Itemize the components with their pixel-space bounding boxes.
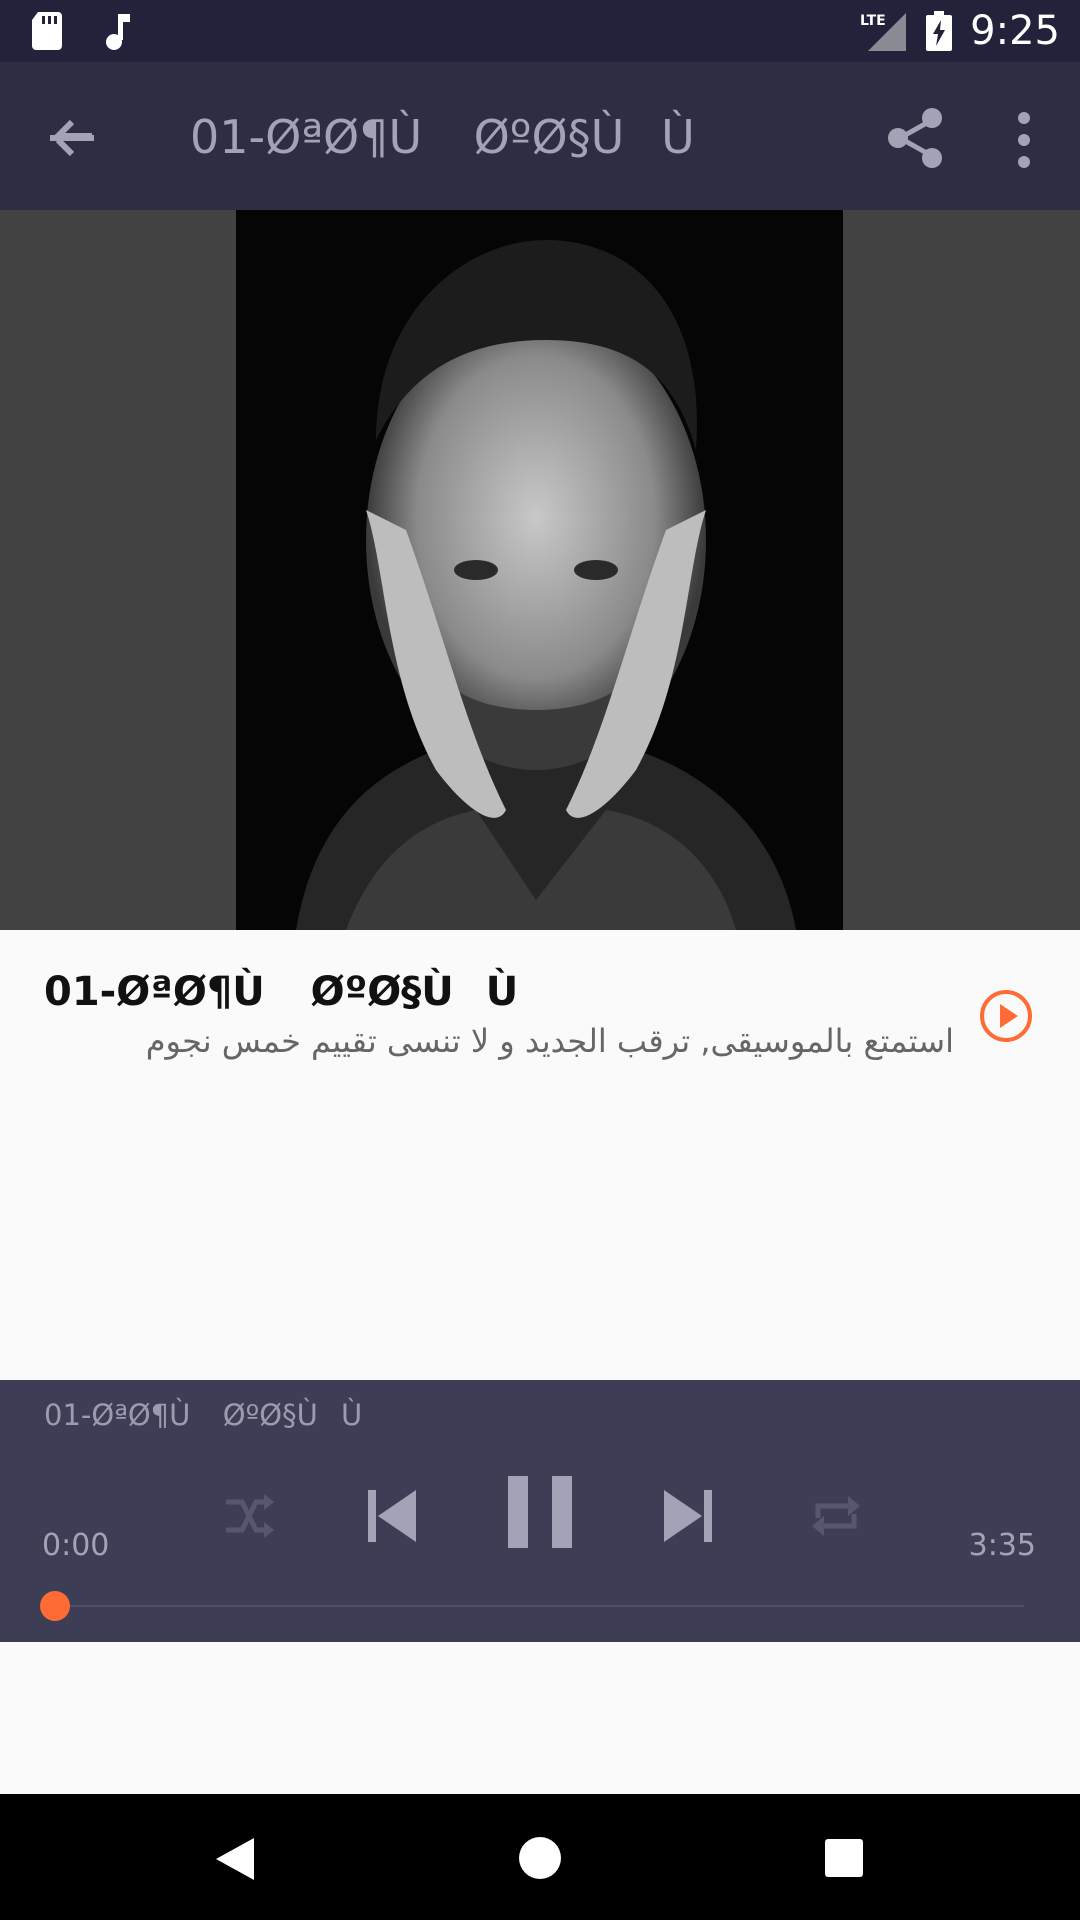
status-bar: LTE 9:25 (0, 0, 1080, 62)
song-subtitle: استمتع بالموسيقى, ترقب الجديد و لا تنسى … (145, 1022, 954, 1060)
album-art-portrait (236, 210, 843, 930)
total-duration: 3:35 (968, 1528, 1036, 1563)
toolbar-title: 01-ØªØ¶Ù ØºØ§ÙÙ (190, 110, 710, 164)
shuffle-icon[interactable] (220, 1488, 276, 1544)
music-note-icon (106, 14, 130, 50)
app-toolbar: 01-ØªØ¶Ù ØºØ§ÙÙ (0, 62, 1080, 210)
song-title: 01-ØªØ¶Ù ØºØ§ÙÙ (44, 969, 551, 1015)
back-arrow-icon[interactable] (40, 106, 104, 170)
nav-back-icon[interactable] (214, 1836, 256, 1882)
pause-icon[interactable] (506, 1472, 574, 1552)
sd-card-icon (32, 12, 62, 50)
seek-thumb[interactable] (40, 1591, 70, 1621)
elapsed-time: 0:00 (42, 1528, 110, 1563)
nav-home-icon[interactable] (518, 1836, 562, 1880)
song-info: 01-ØªØ¶Ù ØºØ§ÙÙ استمتع بالموسيقى, ترق… (0, 930, 1080, 1380)
play-circle-icon[interactable] (978, 988, 1034, 1044)
svg-text:LTE: LTE (860, 13, 886, 29)
album-art (236, 210, 843, 930)
status-time: 9:25 (970, 8, 1060, 54)
signal-icon: LTE (860, 13, 907, 51)
seek-bar[interactable] (54, 1605, 1024, 1607)
skip-previous-icon[interactable] (364, 1484, 420, 1548)
share-icon[interactable] (880, 102, 952, 174)
artwork-area (0, 210, 1080, 930)
battery-charging-icon (926, 11, 953, 51)
nav-recents-icon[interactable] (824, 1838, 864, 1878)
system-nav-bar (0, 1794, 1080, 1920)
skip-next-icon[interactable] (660, 1484, 716, 1548)
player-panel: 01-ØªØ¶Ù ØºØ§ÙÙ 0:00 3:35 (0, 1380, 1080, 1642)
repeat-icon[interactable] (808, 1488, 864, 1544)
more-vert-icon[interactable] (1000, 108, 1048, 172)
now-playing-title: 01-ØªØ¶Ù ØºØ§ÙÙ (44, 1398, 386, 1432)
